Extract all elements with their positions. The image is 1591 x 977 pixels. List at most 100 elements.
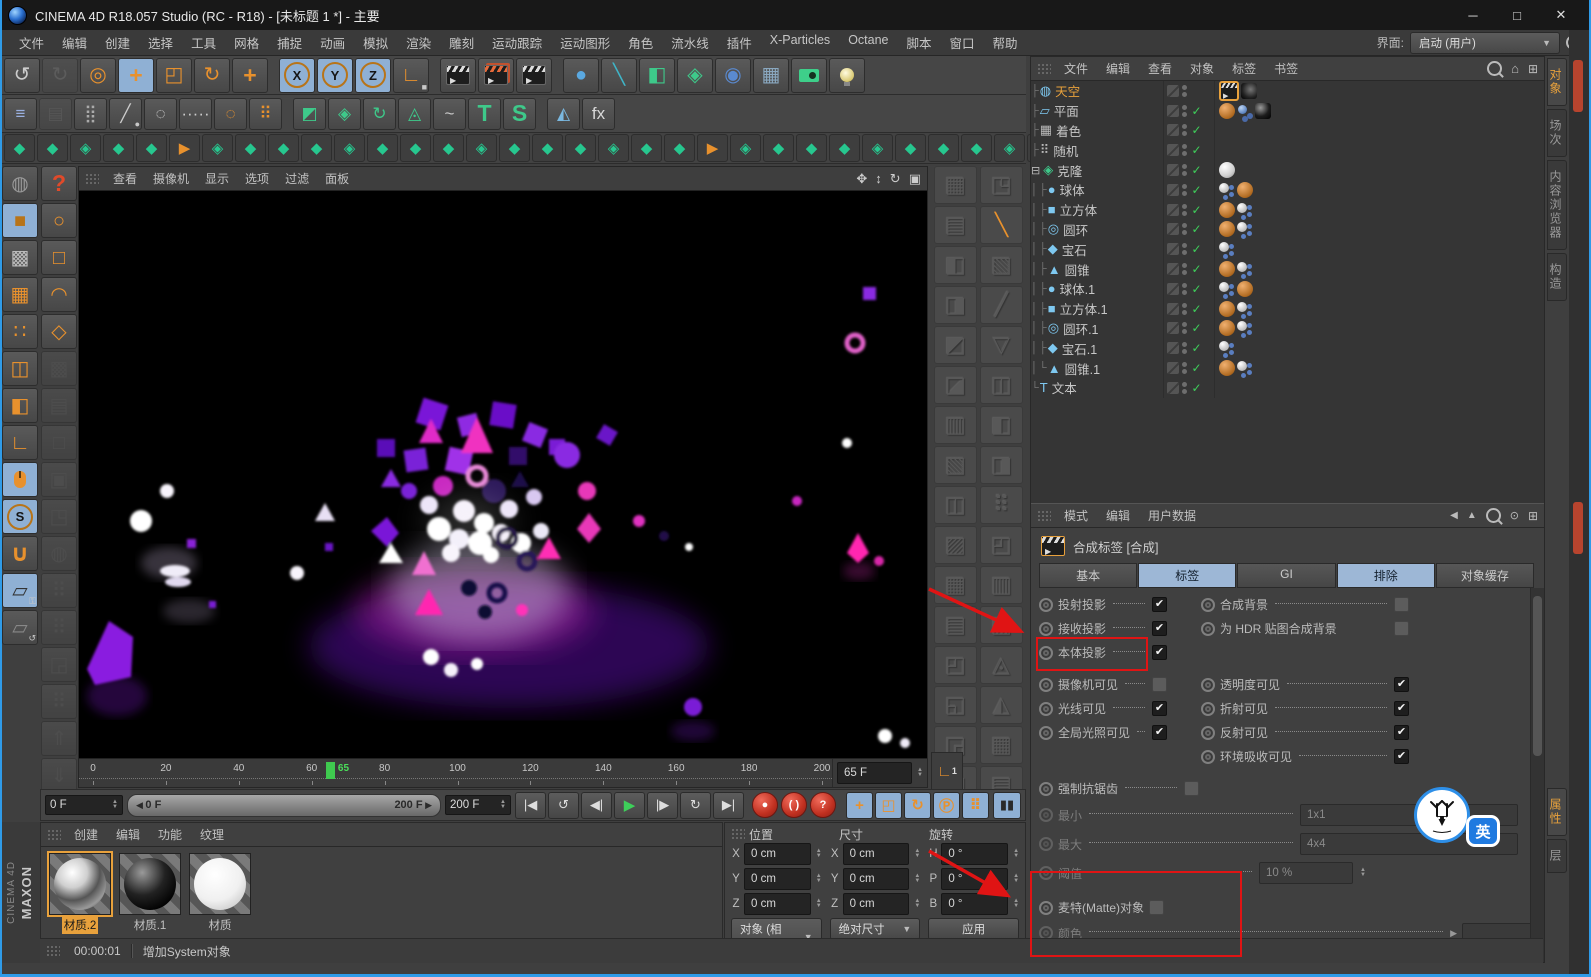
visibility-dots[interactable]: [1182, 263, 1187, 276]
object-row[interactable]: │ └ ▲ 圆锥.1 ✓: [1031, 358, 1544, 378]
live-select-circle[interactable]: ○: [41, 203, 77, 238]
viewport-menu-选项[interactable]: 选项: [237, 170, 277, 187]
layer-toggle[interactable]: [1167, 183, 1179, 196]
material-tag[interactable]: [1237, 221, 1253, 237]
material-item[interactable]: 材质.2: [47, 851, 113, 934]
effector-icon-11[interactable]: ◆: [367, 134, 398, 162]
om-home-icon[interactable]: ⌂: [1511, 61, 1519, 76]
enable-check[interactable]: ✓: [1190, 143, 1203, 157]
coord-field-旋转-P[interactable]: 0 °: [941, 868, 1009, 890]
option-为 HDR 贴图合成背景[interactable]: 为 HDR 贴图合成背景: [1201, 620, 1409, 637]
object-name[interactable]: 圆锥.1: [1065, 359, 1100, 378]
deselect-dice-button[interactable]: ⣿: [74, 97, 107, 130]
object-name[interactable]: 球体: [1060, 180, 1085, 199]
visibility-dots[interactable]: [1182, 342, 1187, 355]
spline-edit-button[interactable]: ╱ ●: [109, 97, 142, 130]
metaball-button[interactable]: ◭: [547, 97, 580, 130]
dock-handle[interactable]: [1573, 60, 1583, 112]
material-tag[interactable]: [1237, 320, 1253, 336]
object-row[interactable]: │ ├ ◎ 圆环.1 ✓: [1031, 318, 1544, 339]
render-queue-button[interactable]: [516, 57, 552, 93]
effector-icon-13[interactable]: ◆: [433, 134, 464, 162]
material-menu-功能[interactable]: 功能: [149, 826, 191, 843]
voronoi-fracture-button[interactable]: ◬: [398, 97, 431, 130]
dock-tab-对象[interactable]: 对象: [1547, 58, 1567, 106]
visibility-dots[interactable]: [1182, 203, 1187, 216]
move-tool[interactable]: +: [118, 57, 154, 93]
visibility-dots[interactable]: [1182, 302, 1187, 315]
material-tag[interactable]: [1219, 102, 1235, 119]
anim-dot[interactable]: [1039, 645, 1053, 660]
checkbox-透明度可见[interactable]: ✔: [1394, 677, 1409, 692]
coord-stepper[interactable]: ▲ ▼: [912, 898, 920, 909]
dots-disabled-1[interactable]: ⠿: [41, 573, 77, 608]
effector-icon-23[interactable]: ◆: [763, 134, 794, 162]
palette-icon-1-9[interactable]: ◰: [980, 526, 1023, 564]
object-row[interactable]: │ ├ ◎ 圆环 ✓: [1031, 219, 1544, 240]
layer-toggle[interactable]: [1167, 302, 1179, 315]
enable-check[interactable]: ✓: [1190, 381, 1203, 395]
palette-icon-0-11[interactable]: ▤: [934, 606, 977, 644]
enable-check[interactable]: ✓: [1190, 183, 1203, 197]
grid-points-button[interactable]: ⠿: [249, 97, 282, 130]
minimize-button[interactable]: ─: [1451, 1, 1495, 29]
object-name[interactable]: 球体.1: [1060, 279, 1095, 298]
coordinate-system[interactable]: ∟ ■: [393, 57, 429, 93]
option-全局光照可见[interactable]: 全局光照可见 ✔: [1039, 724, 1167, 741]
polygons-mode[interactable]: ◧: [2, 388, 38, 423]
magnet-snap[interactable]: ∪: [2, 536, 38, 571]
tab-标签[interactable]: 标签: [1138, 563, 1237, 588]
dots-disabled-3[interactable]: ⠿: [41, 684, 77, 719]
dock-tab-层[interactable]: 层: [1547, 839, 1567, 873]
viewport-nav-icon-3[interactable]: ▣: [909, 171, 921, 187]
scale-tool[interactable]: ◰: [156, 57, 192, 93]
anim-dot[interactable]: [1039, 677, 1053, 692]
coord-stepper[interactable]: ▲ ▼: [912, 848, 920, 859]
undo-button[interactable]: ↺: [4, 57, 40, 93]
render-view-button[interactable]: [440, 57, 476, 93]
enable-check[interactable]: ✓: [1190, 321, 1203, 335]
object-row[interactable]: │ ├ ▲ 圆锥 ✓: [1031, 259, 1544, 279]
effector-icon-24[interactable]: ◆: [796, 134, 827, 162]
effector-icon-18[interactable]: ◈: [598, 134, 629, 162]
viewport-menu-摄像机[interactable]: 摄像机: [145, 170, 197, 187]
visibility-dots[interactable]: [1182, 84, 1187, 97]
object-row[interactable]: ⊟ ◈ 克隆 ✓: [1031, 160, 1544, 180]
menu-运动图形[interactable]: 运动图形: [551, 33, 619, 52]
layer-toggle[interactable]: [1167, 144, 1179, 157]
key-scale-toggle[interactable]: ◰: [875, 791, 902, 819]
extrude-disabled[interactable]: ▣: [41, 462, 77, 497]
lock-z-axis[interactable]: Z: [355, 57, 391, 93]
anim-dot[interactable]: [1039, 621, 1053, 636]
object-row[interactable]: ├ ◍ 天空: [1031, 81, 1544, 101]
array-button[interactable]: ▦: [753, 57, 789, 93]
material-tag[interactable]: [1237, 181, 1253, 198]
uv-mesh-mode[interactable]: ▦: [2, 277, 38, 312]
layer-toggle[interactable]: [1167, 124, 1179, 137]
enable-check[interactable]: ✓: [1190, 163, 1203, 177]
effector-icon-6[interactable]: ◈: [202, 134, 233, 162]
viewport-canvas[interactable]: [79, 191, 927, 758]
layer-toggle[interactable]: [1167, 84, 1179, 97]
ime-badge[interactable]: 英: [1414, 787, 1500, 847]
menu-X-Particles[interactable]: X-Particles: [761, 33, 839, 52]
effector-icon-1[interactable]: ◆: [37, 134, 68, 162]
coord-stepper[interactable]: ▲ ▼: [814, 873, 822, 884]
enable-check[interactable]: ✓: [1190, 282, 1203, 296]
option-折射可见[interactable]: 折射可见 ✔: [1201, 700, 1409, 717]
effector-icon-8[interactable]: ◆: [268, 134, 299, 162]
polygon-select[interactable]: ◇: [41, 314, 77, 349]
material-menu-纹理[interactable]: 纹理: [191, 826, 233, 843]
spline-brush-button[interactable]: ◌: [144, 97, 177, 130]
palette-icon-0-10[interactable]: ▦: [934, 566, 977, 604]
arrow-dn-disabled[interactable]: ⇓: [41, 758, 77, 793]
effector-icon-14[interactable]: ◈: [466, 134, 497, 162]
option-投射投影[interactable]: 投射投影 ✔: [1039, 596, 1167, 613]
layer-toggle[interactable]: [1167, 243, 1179, 256]
anim-dot[interactable]: [1201, 701, 1215, 716]
model-mode[interactable]: ■: [2, 203, 38, 238]
option-麦特(Matte)对象[interactable]: 麦特(Matte)对象: [1039, 899, 1534, 916]
coord-stepper[interactable]: ▲ ▼: [814, 898, 822, 909]
object-name[interactable]: 着色: [1056, 121, 1081, 140]
coord-field-旋转-B[interactable]: 0 °: [941, 893, 1009, 915]
